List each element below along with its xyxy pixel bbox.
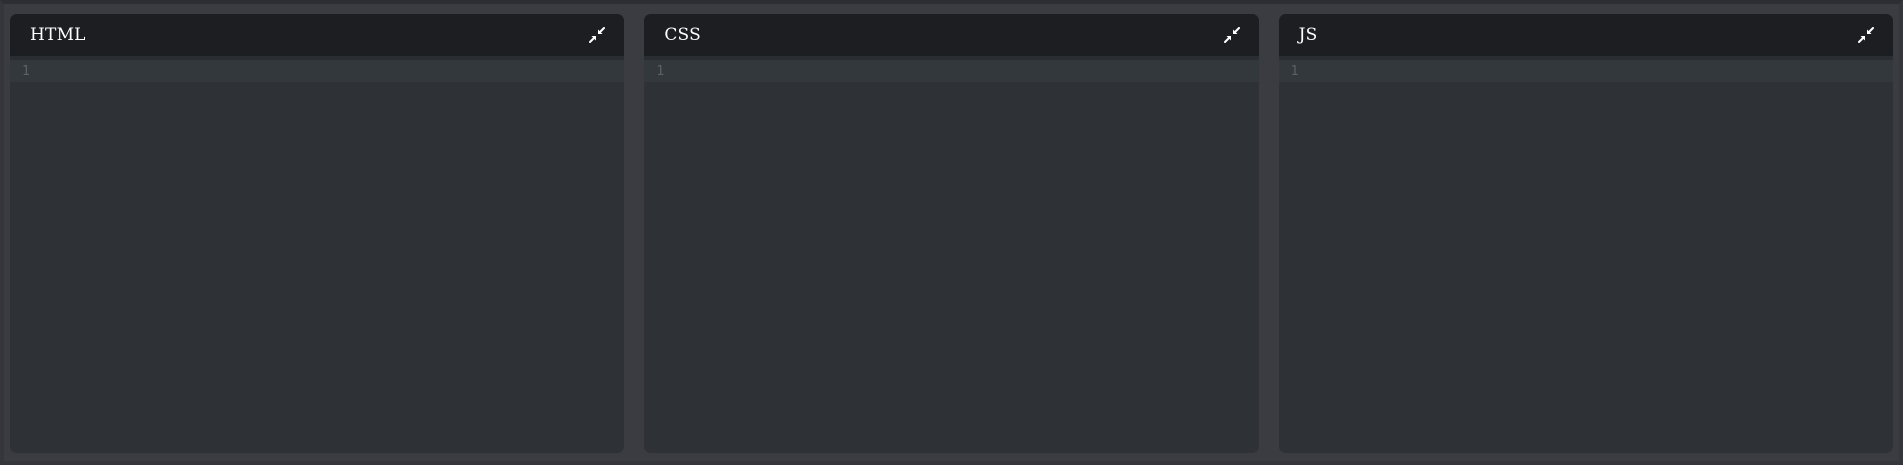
compress-arrows-icon <box>589 27 606 43</box>
html-collapse-button[interactable] <box>586 24 608 46</box>
js-editor-title: JS <box>1298 25 1318 45</box>
js-editor-header: JS <box>1278 14 1893 56</box>
html-editor-panel: HTML 1 <box>10 14 625 453</box>
html-editor-header: HTML <box>10 14 625 56</box>
html-active-line: 1 <box>10 56 625 82</box>
css-active-line: 1 <box>644 56 1259 82</box>
html-editor-title: HTML <box>30 25 86 45</box>
compress-arrows-icon <box>1857 27 1874 43</box>
css-editor-header: CSS <box>644 14 1259 56</box>
compress-arrows-icon <box>1223 27 1240 43</box>
js-code-area[interactable]: 1 <box>1278 56 1893 453</box>
html-code-area[interactable]: 1 <box>10 56 625 453</box>
js-editor-panel: JS 1 <box>1278 14 1893 453</box>
css-editor-panel: CSS 1 <box>644 14 1259 453</box>
css-collapse-button[interactable] <box>1221 24 1243 46</box>
html-line-number: 1 <box>22 63 30 79</box>
js-line-number: 1 <box>1290 63 1299 79</box>
css-editor-title: CSS <box>664 25 701 45</box>
js-collapse-button[interactable] <box>1855 24 1877 46</box>
css-code-area[interactable]: 1 <box>644 56 1259 453</box>
js-active-line: 1 <box>1278 56 1893 82</box>
editor-row: HTML 1 CSS 1 JS 1 <box>10 14 1893 453</box>
css-line-number: 1 <box>656 63 665 79</box>
